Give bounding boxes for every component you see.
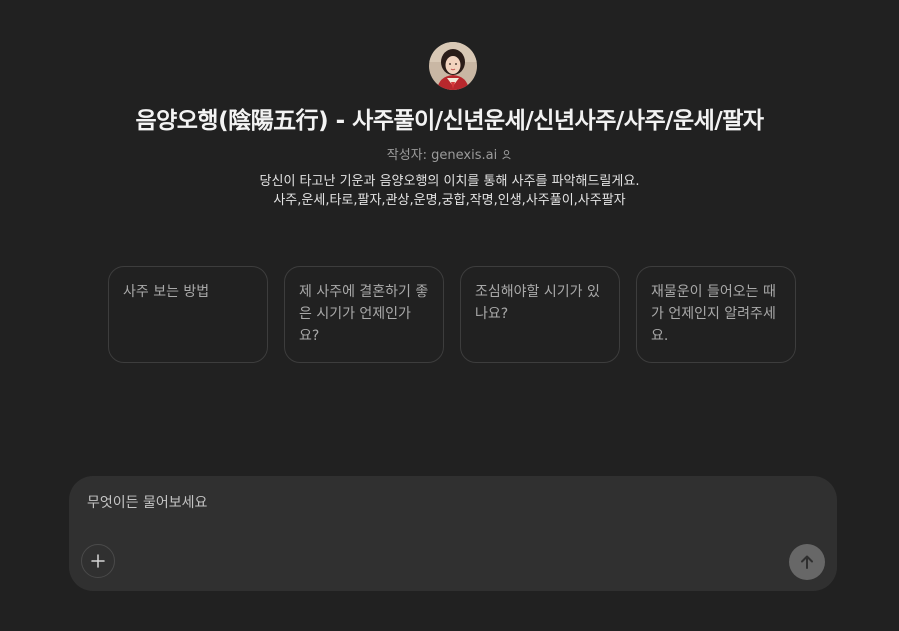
description-line-1: 당신이 타고난 기운과 음양오행의 이치를 통해 사주를 파악해드릴게요.	[259, 174, 640, 189]
starter-card-1[interactable]: 사주 보는 방법	[108, 266, 268, 363]
gpt-title: 음양오행(陰陽五行) - 사주풀이/신년운세/신년사주/사주/운세/팔자	[135, 108, 764, 134]
starter-card-2[interactable]: 제 사주에 결혼하기 좋은 시기가 언제인가요?	[284, 266, 444, 363]
arrow-up-icon	[801, 555, 813, 569]
gpt-landing: 음양오행(陰陽五行) - 사주풀이/신년운세/신년사주/사주/운세/팔자 작성자…	[0, 0, 899, 631]
avatar-portrait-icon	[429, 42, 477, 90]
author-name[interactable]: genexis.ai	[431, 148, 497, 163]
person-icon	[501, 149, 512, 164]
message-composer	[69, 476, 837, 591]
send-button[interactable]	[789, 544, 825, 580]
author-line: 작성자: genexis.ai	[0, 144, 899, 164]
attach-button[interactable]	[81, 544, 115, 578]
plus-icon	[91, 554, 105, 568]
starter-card-3[interactable]: 조심해야할 시기가 있나요?	[460, 266, 620, 363]
conversation-starters: 사주 보는 방법 제 사주에 결혼하기 좋은 시기가 언제인가요? 조심해야할 …	[108, 266, 796, 363]
starter-card-4[interactable]: 재물운이 들어오는 때가 언제인지 알려주세요.	[636, 266, 796, 363]
gpt-description: 당신이 타고난 기운과 음양오행의 이치를 통해 사주를 파악해드릴게요. 사주…	[0, 172, 899, 210]
gpt-avatar	[429, 42, 477, 90]
message-input[interactable]	[85, 490, 809, 516]
author-prefix: 작성자:	[386, 148, 432, 163]
description-line-2: 사주,운세,타로,팔자,관상,운명,궁합,작명,인생,사주풀이,사주팔자	[273, 193, 626, 208]
